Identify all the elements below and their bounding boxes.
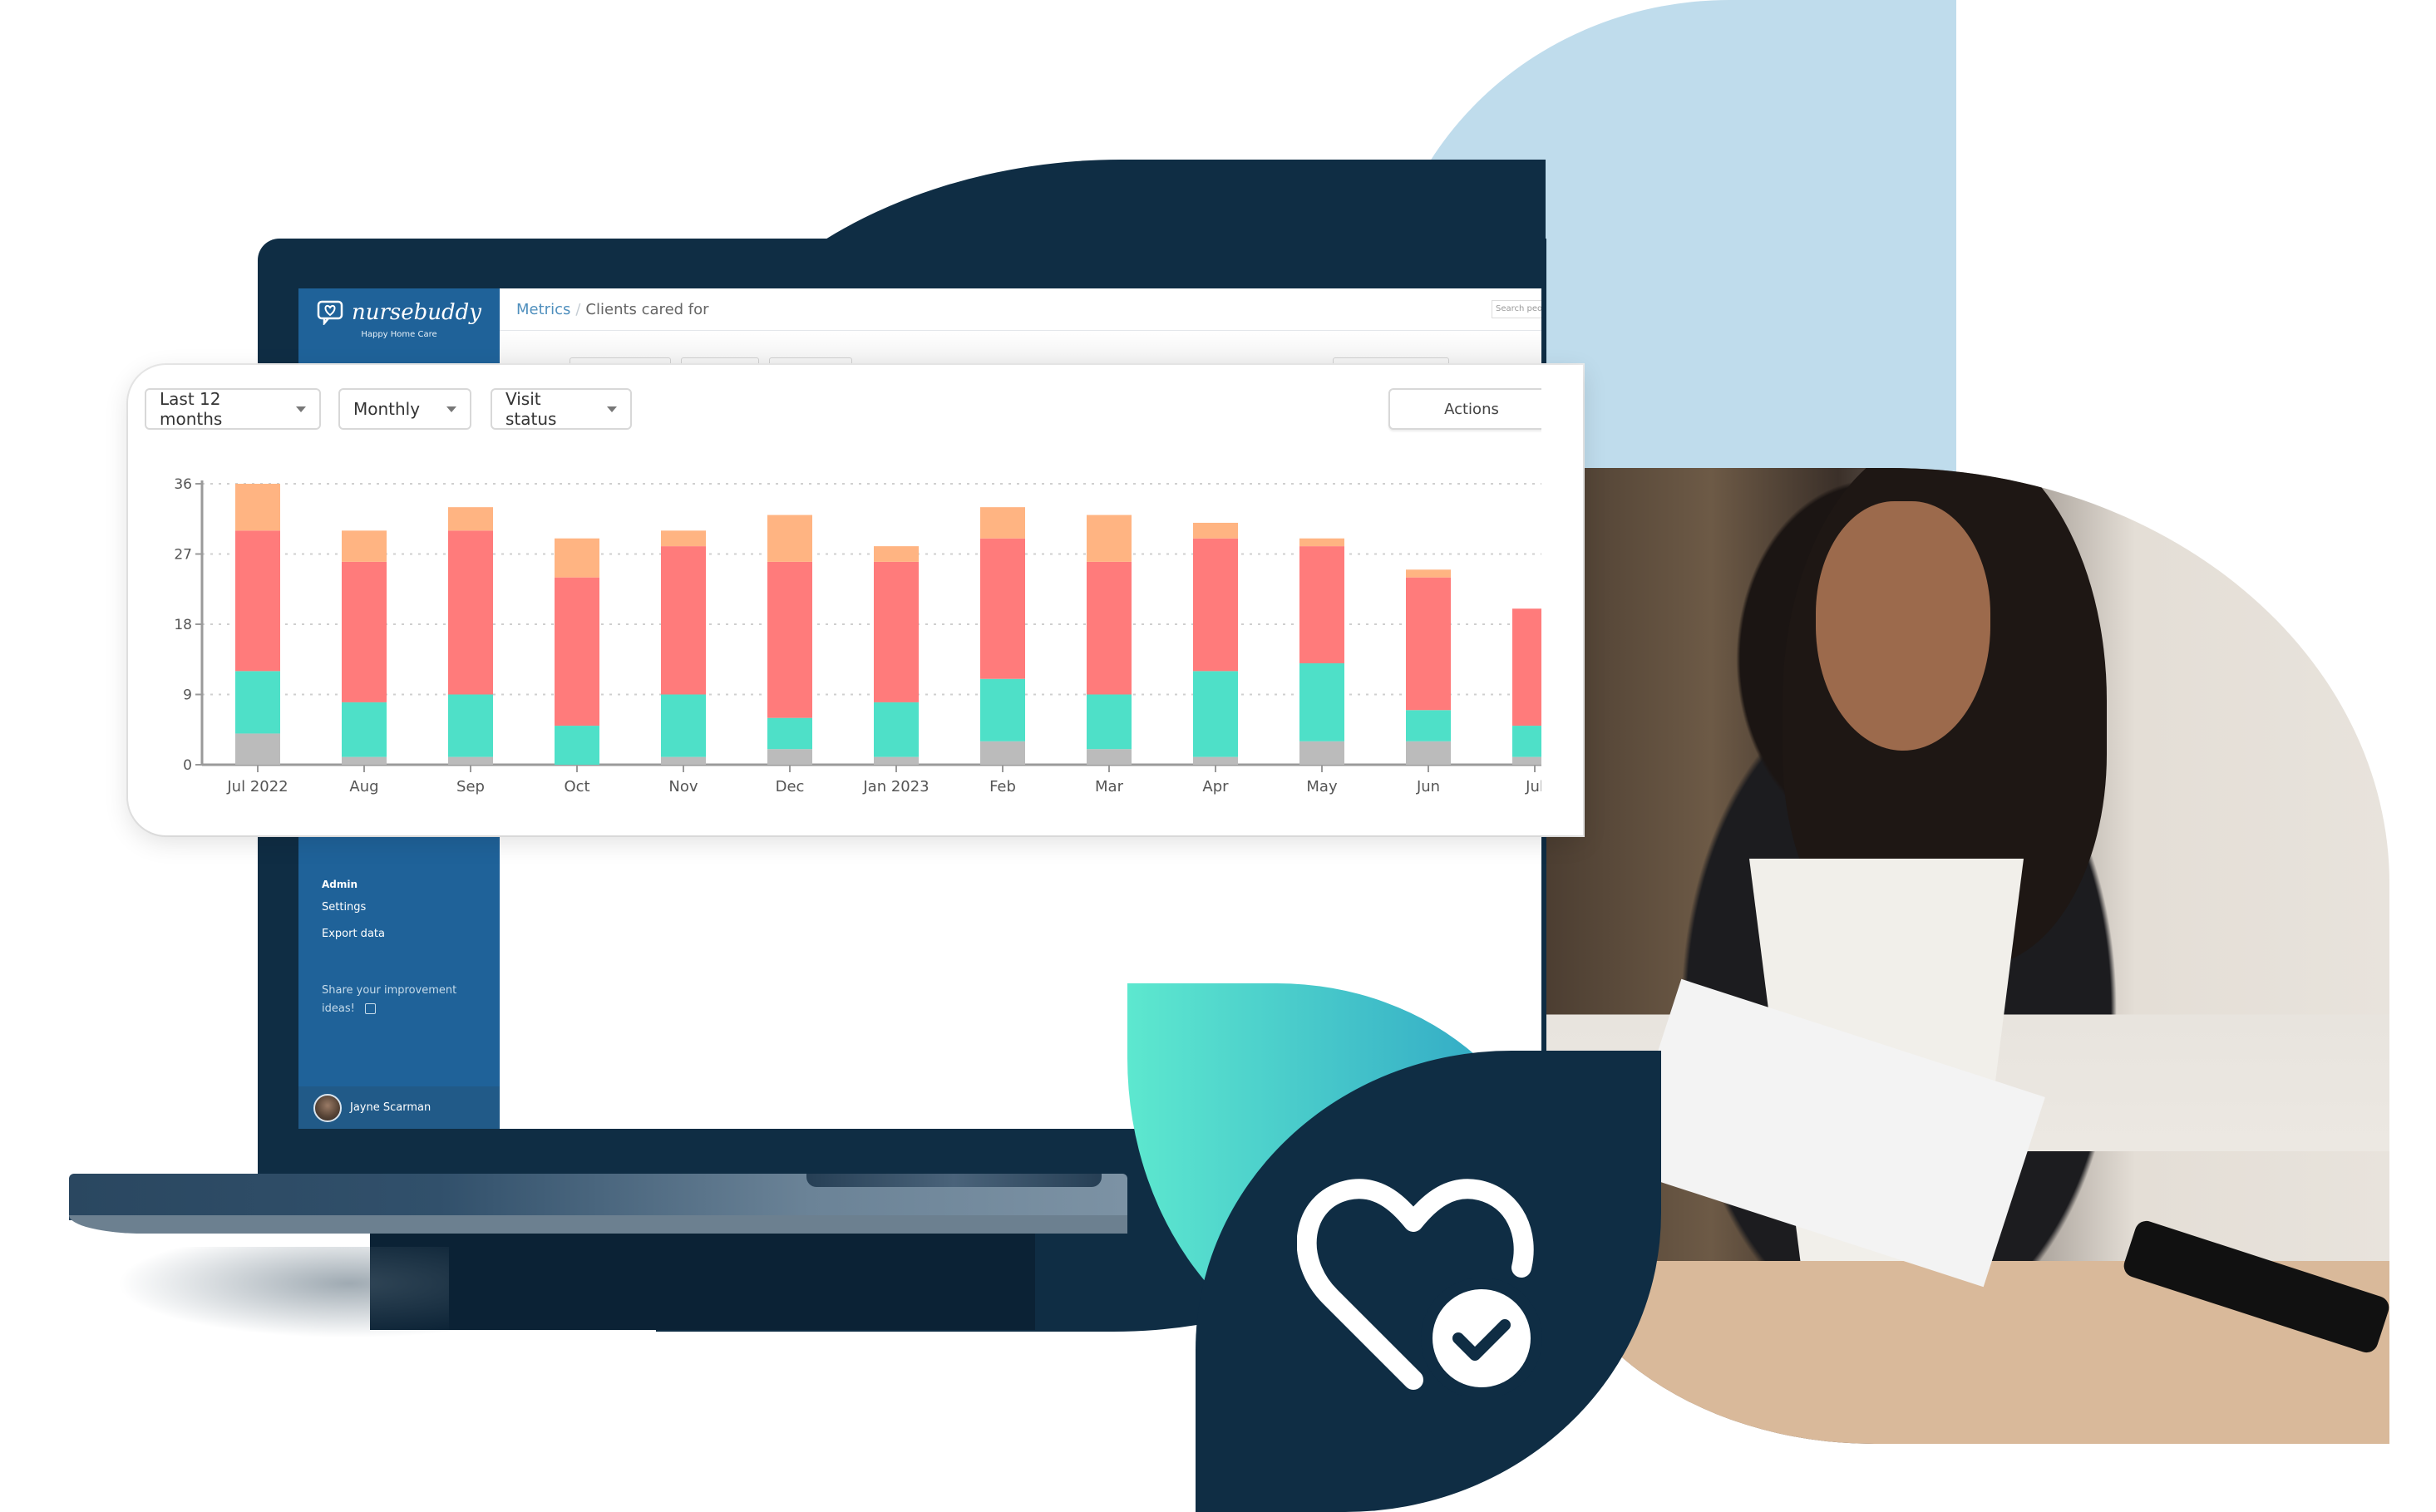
bar-segment-red	[1087, 561, 1132, 695]
x-tick-label: Jul	[1525, 778, 1541, 795]
bar-segment-teal	[1299, 662, 1344, 741]
x-tick-label: Mar	[1095, 778, 1124, 795]
external-link-icon	[364, 1003, 376, 1014]
heart-check-icon	[1297, 1179, 1542, 1396]
user-name: Jayne Scarman	[350, 1101, 431, 1114]
bar-segment-gray	[235, 733, 280, 765]
y-tick-label: 0	[183, 757, 192, 774]
laptop-notch	[806, 1174, 1102, 1187]
breadcrumb-metrics[interactable]: Metrics	[516, 301, 570, 318]
bar-segment-red	[1193, 538, 1238, 672]
y-tick-label: 36	[174, 476, 192, 493]
x-tick-label: Apr	[1202, 778, 1229, 795]
bar-segment-teal	[1193, 671, 1238, 757]
y-tick-label: 27	[174, 547, 192, 564]
bar-segment-orange	[1299, 538, 1344, 547]
x-tick-label: May	[1306, 778, 1338, 795]
bar-segment-gray	[342, 756, 387, 765]
x-tick-label: Sep	[456, 778, 485, 795]
bar-segment-gray	[1406, 741, 1451, 765]
bar-segment-teal	[1512, 726, 1541, 757]
woman-reading-documents-photo	[1541, 468, 2389, 1444]
bar-segment-gray	[1512, 756, 1541, 765]
sidebar-section-admin: Admin	[322, 879, 358, 890]
bar-segment-teal	[661, 694, 706, 757]
organization-name: Happy Home Care	[361, 330, 437, 339]
bar-segment-orange	[1193, 522, 1238, 539]
chart-card: Last 12 months Monthly Visit status Acti…	[128, 365, 1583, 835]
bar-segment-red	[342, 561, 387, 702]
bar-segment-teal	[874, 702, 919, 757]
search-input[interactable]: Search people	[1492, 300, 1541, 318]
x-tick-label: Aug	[349, 778, 378, 795]
bar-segment-red	[874, 561, 919, 702]
bar-segment-gray	[1299, 741, 1344, 765]
bar-segment-red	[1299, 546, 1344, 663]
bar-segment-teal	[1087, 694, 1132, 750]
bar-segment-orange	[661, 530, 706, 547]
x-tick-label: Feb	[989, 778, 1016, 795]
bar-segment-gray	[874, 756, 919, 765]
bar-segment-orange	[767, 515, 812, 562]
x-tick-label: Oct	[564, 778, 589, 795]
bar-segment-teal	[555, 726, 599, 765]
bar-segment-orange	[235, 484, 280, 531]
stacked-bar-chart: 0 9 18 27 36 Jul 2022 Aug Sep Oct Nov Dec Jan 2023 F…	[174, 476, 1541, 795]
bar-segment-red	[767, 561, 812, 718]
bar-segment-gray	[448, 756, 493, 765]
decorative-dark-shape	[370, 1234, 1035, 1330]
feedback-link[interactable]: Share your improvement ideas!	[322, 982, 480, 1018]
photo-face	[1816, 501, 1990, 751]
bar-segment-red	[235, 530, 280, 672]
brand-name: nursebuddy	[351, 300, 481, 325]
sidebar-item-export-data[interactable]: Export data	[322, 928, 385, 940]
sidebar-item-settings[interactable]: Settings	[322, 901, 366, 914]
bar-segment-teal	[1406, 710, 1451, 741]
bar-segment-orange	[555, 538, 599, 578]
avatar	[313, 1093, 342, 1122]
bar-segment-orange	[448, 507, 493, 531]
brand-logo[interactable]: nursebuddy Happy Home Care	[298, 300, 500, 339]
sub-toolbar	[500, 331, 1541, 370]
bar-segment-teal	[980, 678, 1025, 741]
bar-segment-teal	[342, 702, 387, 757]
feedback-link-label: Share your improvement ideas!	[322, 984, 457, 1015]
page-header: Metrics / Clients cared for Search peopl…	[500, 288, 1541, 331]
y-tick-label: 18	[174, 617, 192, 633]
bar-segment-red	[1512, 608, 1541, 726]
bar-segment-orange	[342, 530, 387, 562]
bar-segment-red	[980, 538, 1025, 679]
bar-segment-orange	[874, 546, 919, 562]
bar-segment-teal	[767, 717, 812, 750]
user-profile[interactable]: Jayne Scarman	[298, 1086, 500, 1129]
laptop-lip	[69, 1215, 1127, 1234]
y-tick-label: 9	[183, 687, 192, 704]
bar-segment-red	[555, 577, 599, 726]
bar-segment-orange	[980, 507, 1025, 539]
bar-segment-red	[448, 530, 493, 695]
x-tick-label: Jan 2023	[862, 778, 929, 795]
bar-segment-red	[1406, 577, 1451, 711]
bar-segment-orange	[1406, 569, 1451, 578]
bar-segment-gray	[980, 741, 1025, 765]
bar-segment-gray	[767, 749, 812, 765]
x-tick-label: Jul 2022	[226, 778, 288, 795]
laptop-shadow	[116, 1247, 449, 1338]
bar-segment-gray	[661, 756, 706, 765]
bar-segment-teal	[448, 694, 493, 757]
bar-segment-teal	[235, 671, 280, 734]
x-tick-label: Dec	[776, 778, 805, 795]
breadcrumb-separator: /	[575, 300, 581, 318]
x-tick-label: Nov	[668, 778, 698, 795]
x-tick-label: Jun	[1416, 778, 1440, 795]
bar-segment-red	[661, 546, 706, 695]
bar-segment-orange	[1087, 515, 1132, 562]
bar-segment-gray	[1087, 749, 1132, 765]
bar-segment-gray	[1193, 756, 1238, 765]
chat-heart-logo-icon	[317, 300, 343, 325]
page-title: Clients cared for	[585, 300, 709, 318]
